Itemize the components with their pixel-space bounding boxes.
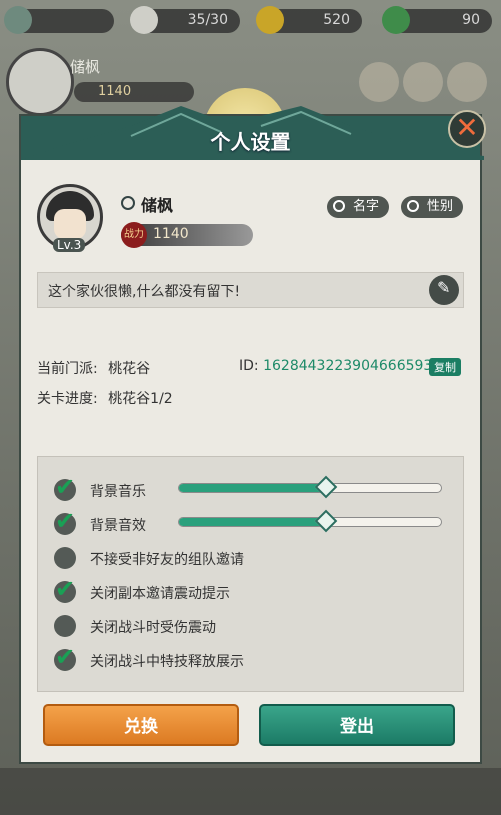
resource-pill-1[interactable] [4,6,114,34]
setting-label: 背景音效 [90,518,146,534]
dungeon-vibrate-checkbox[interactable] [54,575,76,603]
stage-label: 关卡进度: [37,391,98,407]
sect-row: 当前门派: 桃花谷 [37,358,150,378]
level-badge: Lv.3 [53,238,86,252]
sfx-volume-slider[interactable] [178,509,442,533]
dialog-header: 个人设置 [21,106,484,160]
jade-icon [382,6,410,34]
gender-button[interactable]: 性别 [401,196,464,218]
stamina-icon [130,6,158,34]
setting-label: 关闭战斗中特技释放展示 [90,654,244,670]
bgm-volume-slider[interactable] [178,475,442,499]
slider-knob[interactable] [314,475,338,499]
quill-icon [407,200,419,212]
male-gender-icon [121,196,135,210]
skill-display-checkbox[interactable] [54,643,76,671]
dialog-title: 个人设置 [210,130,291,154]
power-bar: 战力 1140 [121,222,253,248]
team-invite-checkbox[interactable] [54,547,76,569]
setting-row-dungeon-vibrate: 关闭副本邀请震动提示 [38,575,463,605]
portrait-face [54,209,86,239]
id-value: 1628443223904666593 [263,358,433,374]
setting-label: 不接受非好友的组队邀请 [90,552,244,568]
slider-fill [179,518,326,526]
bgm-checkbox[interactable] [54,473,76,501]
jade-pill[interactable]: 90 [382,6,492,34]
sfx-checkbox[interactable] [54,507,76,535]
sect-value: 桃花谷 [108,361,151,377]
setting-label: 关闭副本邀请震动提示 [90,586,230,602]
id-row: ID: 1628443223904666593 [239,358,432,374]
profile-name: 储枫 [141,196,174,215]
signature-box: 这个家伙很懒,什么都没有留下! [37,272,464,308]
close-icon: ✕ [455,111,479,144]
resource-icon [4,6,32,34]
exchange-button[interactable]: 兑换 [43,704,239,746]
power-badge: 战力 [121,222,147,248]
stage-value: 桃花谷1/2 [108,391,173,407]
gold-coin-icon [256,6,284,34]
settings-dialog: 个人设置 ✕ Lv.3 储枫 战力 1140 名字 性别 这个家伙很懒,什么都没… [19,106,486,764]
setting-row-sfx: 背景音效 [38,507,463,537]
gold-value: 520 [323,12,350,28]
top-hud: 35/30 520 90 [0,0,501,44]
setting-row-hurt-vibrate: 关闭战斗时受伤震动 [38,611,463,639]
setting-row-skill-display: 关闭战斗中特技释放展示 [38,643,463,673]
signature-text: 这个家伙很懒,什么都没有留下! [48,284,241,300]
slider-knob[interactable] [314,509,338,533]
setting-label: 关闭战斗时受伤震动 [90,620,216,636]
stamina-value: 35/30 [187,12,228,28]
jade-value: 90 [462,12,480,28]
logout-button[interactable]: 登出 [259,704,455,746]
stage-row: 关卡进度: 桃花谷1/2 [37,388,173,408]
setting-label: 背景音乐 [90,484,146,500]
sect-label: 当前门派: [37,361,98,377]
hurt-vibrate-checkbox[interactable] [54,615,76,637]
rename-button[interactable]: 名字 [327,196,390,218]
close-button[interactable]: ✕ [448,110,486,148]
player-name: 储枫 [70,58,101,76]
power-value: 1140 [153,226,189,242]
id-label: ID: [239,358,259,374]
settings-list: 背景音乐 背景音效 不接受非好友的组队邀请 关闭副本邀请震动提示 关闭战斗时受伤… [37,456,464,692]
slider-fill [179,484,326,492]
bottom-chat-bar[interactable] [0,768,501,815]
quill-icon [333,200,345,212]
copy-id-button[interactable]: 复制 [429,358,461,376]
edit-signature-button[interactable] [429,275,459,305]
gold-pill[interactable]: 520 [256,6,362,34]
stamina-pill[interactable]: 35/30 [130,6,240,34]
setting-row-bgm: 背景音乐 [38,473,463,503]
setting-row-team-invite: 不接受非好友的组队邀请 [38,543,463,571]
